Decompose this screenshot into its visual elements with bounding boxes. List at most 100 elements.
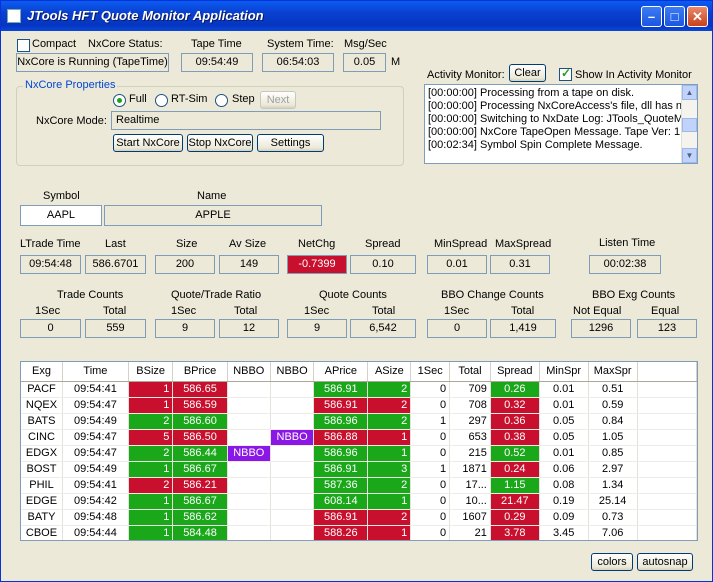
app-window: JTools HFT Quote Monitor Application – □…	[0, 0, 713, 582]
cell-bsize: 1	[128, 509, 174, 526]
cell-time: 09:54:48	[62, 509, 129, 526]
close-button[interactable]: ✕	[687, 6, 708, 27]
column-header[interactable]: Exg	[21, 362, 63, 382]
cell-sec: 0	[410, 525, 451, 540]
column-header[interactable]: BPrice	[172, 362, 228, 382]
full-label: Full	[129, 93, 147, 105]
cell-total: 17...	[449, 477, 491, 494]
scroll-thumb[interactable]	[682, 118, 697, 132]
minimize-button[interactable]: –	[641, 6, 662, 27]
not-equal-label: Not Equal	[573, 305, 622, 317]
trade-total-value: 559	[85, 319, 146, 338]
compact-checkbox[interactable]	[17, 39, 30, 52]
cell-spread: 0.26	[490, 381, 540, 398]
last-value: 586.6701	[85, 255, 146, 274]
cell-filler	[637, 525, 697, 540]
column-header[interactable]: Spread	[490, 362, 540, 382]
cell-minspr: 0.19	[539, 493, 589, 510]
cell-filler	[637, 445, 697, 462]
cell-total: 10...	[449, 493, 491, 510]
full-radio[interactable]	[113, 94, 126, 107]
show-in-activity-checkbox[interactable]	[559, 66, 572, 81]
cell-maxspr: 0.51	[588, 381, 638, 398]
tape-time-value: 09:54:49	[181, 53, 253, 72]
cell-minspr: 0.09	[539, 509, 589, 526]
cell-nbbo-a	[270, 381, 315, 398]
avsize-label: Av Size	[229, 238, 267, 250]
cell-bsize: 2	[128, 413, 174, 430]
activity-log[interactable]: [00:00:00] Processing from a tape on dis…	[424, 84, 698, 164]
cell-spread: 0.32	[490, 397, 540, 414]
table-row[interactable]: EDGE 09:54:42 1 586.67 608.14 1 0 10... 21.47 0.1…	[21, 493, 697, 510]
cell-asize: 1	[367, 429, 412, 446]
table-row[interactable]: BOST 09:54:49 1 586.67 586.91 3 1 1871 0.24 0.06 2…	[21, 461, 697, 478]
system-time-value: 06:54:03	[262, 53, 334, 72]
cell-minspr: 3.45	[539, 525, 589, 540]
table-row[interactable]: EDGX 09:54:47 2 586.44 NBBO 586.96 1 0 215 0.52 0.…	[21, 445, 697, 462]
table-row[interactable]: CBOE 09:54:44 1 584.48 588.26 1 0 21 3.78 3.45 7.0…	[21, 525, 697, 540]
cell-aprice: 586.88	[313, 429, 369, 446]
column-header[interactable]: MaxSpr	[588, 362, 638, 382]
cell-bsize: 1	[128, 397, 174, 414]
column-header[interactable]: Time	[62, 362, 129, 382]
activity-scrollbar[interactable]: ▲ ▼	[681, 85, 697, 163]
settings-button[interactable]: Settings	[257, 134, 324, 152]
next-button[interactable]: Next	[260, 91, 296, 109]
cell-bsize: 2	[128, 445, 174, 462]
start-nxcore-button[interactable]: Start NxCore	[113, 134, 183, 152]
table-row[interactable]: BATY 09:54:48 1 586.62 586.91 2 0 1607 0.29 0.09 0…	[21, 509, 697, 526]
cell-asize: 2	[367, 509, 412, 526]
column-header[interactable]: NBBO	[270, 362, 315, 382]
table-row[interactable]: BATS 09:54:49 2 586.60 586.96 2 1 297 0.36 0.05 0.…	[21, 413, 697, 430]
cell-exg: CBOE	[21, 525, 63, 540]
listen-time-value: 00:02:38	[589, 255, 661, 274]
last-label: Last	[105, 238, 126, 250]
cell-sec: 0	[410, 477, 451, 494]
cell-bprice: 586.21	[172, 477, 228, 494]
column-header-filler	[637, 362, 697, 382]
activity-monitor-label: Activity Monitor:	[427, 69, 505, 81]
maximize-button[interactable]: □	[664, 6, 685, 27]
step-radio[interactable]	[215, 94, 228, 107]
cell-minspr: 0.01	[539, 381, 589, 398]
column-header[interactable]: MinSpr	[539, 362, 589, 382]
cell-minspr: 0.01	[539, 445, 589, 462]
colors-button[interactable]: colors	[591, 553, 633, 571]
cell-nbbo-a	[270, 509, 315, 526]
rtsim-radio[interactable]	[155, 94, 168, 107]
clear-button[interactable]: Clear	[509, 64, 546, 82]
column-header[interactable]: 1Sec	[410, 362, 451, 382]
table-row[interactable]: NQEX 09:54:47 1 586.59 586.91 2 0 708 0.32 0.01 0.…	[21, 397, 697, 414]
cell-sec: 1	[410, 461, 451, 478]
cell-maxspr: 7.06	[588, 525, 638, 540]
cell-asize: 2	[367, 413, 412, 430]
close-icon: ✕	[692, 9, 703, 24]
maximize-icon: □	[670, 9, 679, 24]
cell-spread: 3.78	[490, 525, 540, 540]
autosnap-button[interactable]: autosnap	[637, 553, 693, 571]
cell-spread: 0.36	[490, 413, 540, 430]
column-header[interactable]: APrice	[313, 362, 369, 382]
quote-grid[interactable]: Exg Time BSize BPrice NBBO NBBO APrice ASize 1Se…	[20, 361, 698, 541]
netchg-label: NetChg	[298, 238, 336, 250]
cell-bsize: 2	[128, 477, 174, 494]
column-header[interactable]: Total	[449, 362, 491, 382]
scroll-down-icon[interactable]: ▼	[682, 148, 697, 163]
table-row[interactable]: CINC 09:54:47 5 586.50 NBBO 586.88 1 0 653 0.38 0.…	[21, 429, 697, 446]
table-row[interactable]: PACF 09:54:41 1 586.65 586.91 2 0 709 0.26 0.01 0.…	[21, 381, 697, 398]
cell-exg: EDGE	[21, 493, 63, 510]
cell-time: 09:54:41	[62, 381, 129, 398]
column-header[interactable]: ASize	[367, 362, 412, 382]
cell-spread: 0.38	[490, 429, 540, 446]
title-bar[interactable]: JTools HFT Quote Monitor Application – □…	[1, 1, 712, 31]
symbol-input[interactable]: AAPL	[20, 205, 102, 226]
scroll-up-icon[interactable]: ▲	[682, 85, 697, 100]
cell-filler	[637, 461, 697, 478]
column-header[interactable]: BSize	[128, 362, 174, 382]
table-row[interactable]: PHIL 09:54:41 2 586.21 587.36 2 0 17... 1.15 0.08…	[21, 477, 697, 494]
cell-spread: 1.15	[490, 477, 540, 494]
column-header[interactable]: NBBO	[227, 362, 271, 382]
size-label: Size	[176, 238, 198, 250]
bbo-1sec-value: 0	[427, 319, 487, 338]
stop-nxcore-button[interactable]: Stop NxCore	[187, 134, 253, 152]
